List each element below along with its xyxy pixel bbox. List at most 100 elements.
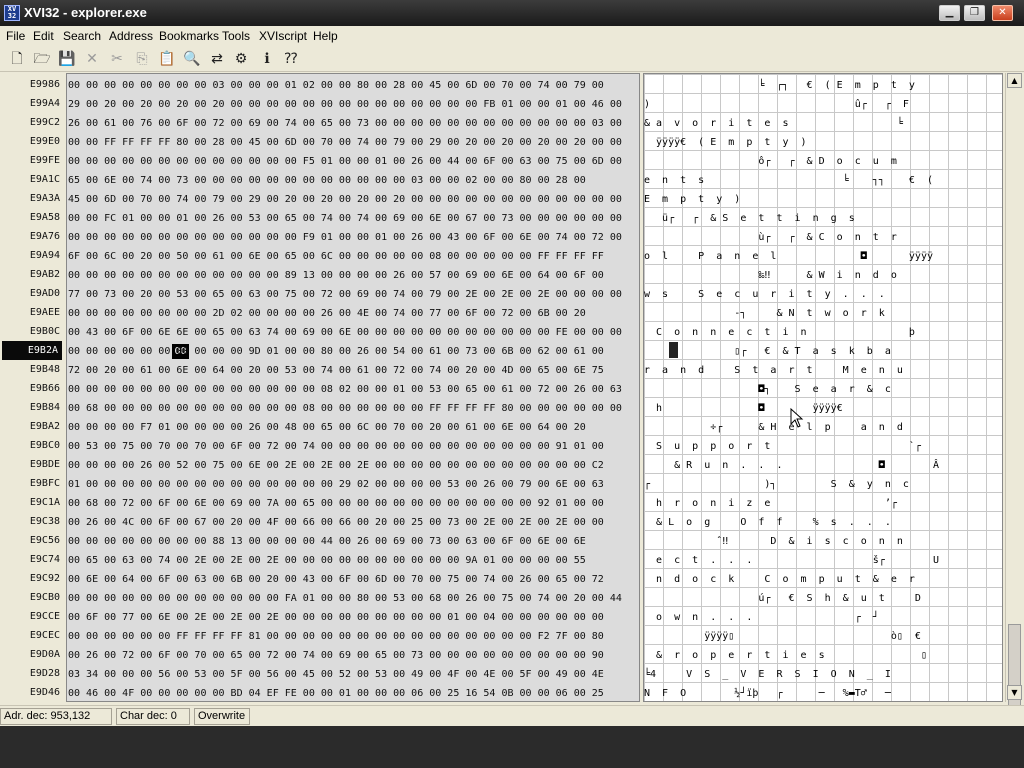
char-row[interactable]: ╘ ┌┐ € ( E m p t y <box>644 76 1002 95</box>
hex-row[interactable]: 00 6F 00 77 00 6E 00 2E 00 2E 00 2E 00 0… <box>68 608 639 627</box>
maximize-button[interactable]: ❐ <box>964 5 985 21</box>
open-folder-icon[interactable]: 🗁 <box>33 50 51 68</box>
hex-row[interactable]: 00 68 00 72 00 6F 00 6E 00 69 00 7A 00 6… <box>68 494 639 513</box>
hex-row[interactable]: 03 34 00 00 00 56 00 53 00 5F 00 56 00 4… <box>68 665 639 684</box>
hex-row[interactable]: 45 00 6D 00 70 00 74 00 79 00 29 00 20 0… <box>68 190 639 209</box>
copy-icon[interactable]: ⎘ <box>133 50 151 68</box>
status-char: Char dec: 0 <box>116 708 190 725</box>
char-row[interactable]: ÷┌ & H e l p a n d <box>644 418 1002 437</box>
hex-row[interactable]: 00 46 00 4F 00 00 00 00 00 BD 04 EF FE 0… <box>68 684 639 701</box>
menu-bar: File Edit Search Address Bookmarks Tools… <box>0 26 1024 46</box>
char-panel[interactable]: ╘ ┌┐ € ( E m p t y ) û┌ ┌ F & a v o r i t… <box>643 73 1003 702</box>
char-row[interactable]: N F O ½┘ïþ ┌ ─ %▬T♂ ─ <box>644 684 1002 701</box>
char-row[interactable]: n d o c k C o m p u t & e r <box>644 570 1002 589</box>
char-row[interactable]: & R u n . . . ◘ Â <box>644 456 1002 475</box>
char-row[interactable]: ◘┐ S e a r & c <box>644 380 1002 399</box>
char-row[interactable]: ô┌ ┌ & D o c u m <box>644 152 1002 171</box>
replace-icon[interactable]: ⇄ <box>208 50 226 68</box>
menu-xviscript[interactable]: XVIscript <box>259 29 307 43</box>
menu-edit[interactable]: Edit <box>33 29 54 43</box>
char-row[interactable]: E m p t y ) <box>644 190 1002 209</box>
hex-row[interactable]: 00 00 FF FF FF FF 80 00 28 00 45 00 6D 0… <box>68 133 639 152</box>
menu-file[interactable]: File <box>6 29 25 43</box>
hex-row[interactable]: 01 00 00 00 00 00 00 00 00 00 00 00 00 0… <box>68 475 639 494</box>
hex-row[interactable]: 00 00 00 00 00 00 00 00 2D 02 00 00 00 0… <box>68 304 639 323</box>
hex-row[interactable]: 00 68 00 00 00 00 00 00 00 00 00 00 00 0… <box>68 399 639 418</box>
find-icon[interactable]: 🔍 <box>183 50 201 68</box>
char-row[interactable]: S u p p o r t `┌ <box>644 437 1002 456</box>
hex-panel[interactable]: 00 00 00 00 00 00 00 00 00 03 00 00 00 0… <box>66 73 640 702</box>
new-file-icon[interactable]: 🗋 <box>8 50 26 68</box>
char-row[interactable]: ÿÿÿÿ▯ ò▯ € <box>644 627 1002 646</box>
hex-row[interactable]: 00 00 00 00 00 00 00 00 88 13 00 00 00 0… <box>68 532 639 551</box>
scroll-down-arrow[interactable]: ▼ <box>1007 685 1022 700</box>
hex-row[interactable]: 00 00 00 00 26 00 52 00 75 00 6E 00 2E 0… <box>68 456 639 475</box>
address-label: E99A4 <box>29 98 60 109</box>
hex-row[interactable]: 00 43 00 6F 00 6E 6E 00 65 00 63 74 00 6… <box>68 323 639 342</box>
scroll-up-arrow[interactable]: ▲ <box>1007 73 1022 88</box>
menu-help[interactable]: Help <box>313 29 338 43</box>
hex-row[interactable]: 00 6E 00 64 00 6F 00 63 00 6B 00 20 00 4… <box>68 570 639 589</box>
char-row[interactable]: e c t . . . š┌ U <box>644 551 1002 570</box>
hex-row[interactable]: 6F 00 6C 00 20 00 50 00 61 00 6E 00 65 0… <box>68 247 639 266</box>
hex-row[interactable]: 00 00 00 00 00 00 00 00 00 00 9D 01 00 0… <box>68 342 639 361</box>
hex-row[interactable]: 00 00 00 00 00 00 00 00 00 00 00 00 00 F… <box>68 152 639 171</box>
char-row[interactable]: ú┌ € S h & u t D <box>644 589 1002 608</box>
xvi32-app-icon[interactable]: XV 32 <box>4 5 20 21</box>
char-row[interactable]: ┌ )┐ S & y n c <box>644 475 1002 494</box>
hex-row[interactable]: 00 00 FC 01 00 00 01 00 26 00 53 00 65 0… <box>68 209 639 228</box>
char-row[interactable]: h r o n i z e ’┌ <box>644 494 1002 513</box>
address-label: E9986 <box>29 79 60 90</box>
char-row[interactable]: & r o p e r t i e s ▯ <box>644 646 1002 665</box>
hex-row[interactable]: 00 53 00 75 00 70 00 70 00 6F 00 72 00 7… <box>68 437 639 456</box>
menu-search[interactable]: Search <box>63 29 101 43</box>
hex-row[interactable]: 26 00 61 00 76 00 6F 00 72 00 69 00 74 0… <box>68 114 639 133</box>
char-row[interactable]: ü┌ ┌ & S e t t i n g s <box>644 209 1002 228</box>
char-row[interactable]: ‰‼ & W i n d o <box>644 266 1002 285</box>
hex-row[interactable]: 29 00 20 00 20 00 20 00 20 00 00 00 00 0… <box>68 95 639 114</box>
close-button[interactable]: ✕ <box>992 5 1013 21</box>
script-icon[interactable]: ℹ <box>258 50 276 68</box>
char-row[interactable]: C o n n e c t i n þ <box>644 323 1002 342</box>
char-row[interactable]: ˆ‼ D & i s c o n n <box>644 532 1002 551</box>
hex-row[interactable]: 00 00 00 00 F7 01 00 00 00 00 26 00 48 0… <box>68 418 639 437</box>
menu-address[interactable]: Address <box>109 29 153 43</box>
menu-bookmarks[interactable]: Bookmarks <box>159 29 219 43</box>
char-row[interactable]: o w n . . . ┌ ┘ <box>644 608 1002 627</box>
paste-icon[interactable]: 📋 <box>158 50 176 68</box>
hex-row[interactable]: 65 00 6E 00 74 00 73 00 00 00 00 00 00 0… <box>68 171 639 190</box>
hex-row[interactable]: 00 65 00 63 00 74 00 2E 00 2E 00 2E 00 0… <box>68 551 639 570</box>
save-icon[interactable]: 💾 <box>58 50 76 68</box>
char-row[interactable]: w s S e c u r i t y . . . <box>644 285 1002 304</box>
hex-row[interactable]: 00 00 00 00 00 00 00 00 00 00 00 00 00 F… <box>68 228 639 247</box>
hex-row[interactable]: 77 00 73 00 20 00 53 00 65 00 63 00 75 0… <box>68 285 639 304</box>
char-row[interactable]: ù┌ ┌ & C o n t r <box>644 228 1002 247</box>
char-row[interactable]: e n t s ╘ ┐┐ € ( <box>644 171 1002 190</box>
char-row[interactable]: ÿÿÿÿ€ ( E m p t y ) <box>644 133 1002 152</box>
hex-row[interactable]: 00 00 00 00 00 00 00 00 00 00 00 00 89 1… <box>68 266 639 285</box>
char-row[interactable]: ▯┌ € & T a s k b a <box>644 342 1002 361</box>
hex-row[interactable]: 00 00 00 00 00 00 00 00 03 00 00 00 01 0… <box>68 76 639 95</box>
cut-icon[interactable]: ✂ <box>108 50 126 68</box>
hex-row[interactable]: 00 26 00 72 00 6F 00 70 00 65 00 72 00 7… <box>68 646 639 665</box>
char-row[interactable]: ╘4 V S _ V E R S I O N _ I <box>644 665 1002 684</box>
help-context-icon[interactable]: ⁇ <box>282 50 300 68</box>
char-row[interactable]: -┐ & N t w o r k <box>644 304 1002 323</box>
hex-row[interactable]: 72 00 20 00 61 00 6E 00 64 00 20 00 53 0… <box>68 361 639 380</box>
hex-row[interactable]: 00 26 00 4C 00 6F 00 67 00 20 00 4F 00 6… <box>68 513 639 532</box>
char-row[interactable]: ) û┌ ┌ F <box>644 95 1002 114</box>
hex-row[interactable]: 00 00 00 00 00 00 00 00 00 00 00 00 FA 0… <box>68 589 639 608</box>
properties-icon[interactable]: ⚙ <box>232 50 250 68</box>
vertical-scrollbar[interactable]: ▲ ▼ <box>1005 73 1022 708</box>
char-row[interactable]: h ◘ ÿÿÿÿ€ <box>644 399 1002 418</box>
title-bar[interactable]: XV 32 XVI32 - explorer.exe ▁ ❐ ✕ <box>0 0 1024 26</box>
hex-row[interactable]: 00 00 00 00 00 00 00 00 00 00 00 00 00 0… <box>68 380 639 399</box>
menu-tools[interactable]: Tools <box>222 29 250 43</box>
char-row[interactable]: & L o g O f f % s . . . <box>644 513 1002 532</box>
char-row[interactable]: o l P a n e l ◘ ÿÿÿÿ <box>644 247 1002 266</box>
char-row[interactable]: & a v o r i t e s ╘ <box>644 114 1002 133</box>
char-row[interactable]: r a n d S t a r t M e n u <box>644 361 1002 380</box>
hex-row[interactable]: 00 00 00 00 00 00 FF FF FF FF 81 00 00 0… <box>68 627 639 646</box>
minimize-button[interactable]: ▁ <box>939 5 960 21</box>
close-file-icon[interactable]: ✕ <box>83 50 101 68</box>
